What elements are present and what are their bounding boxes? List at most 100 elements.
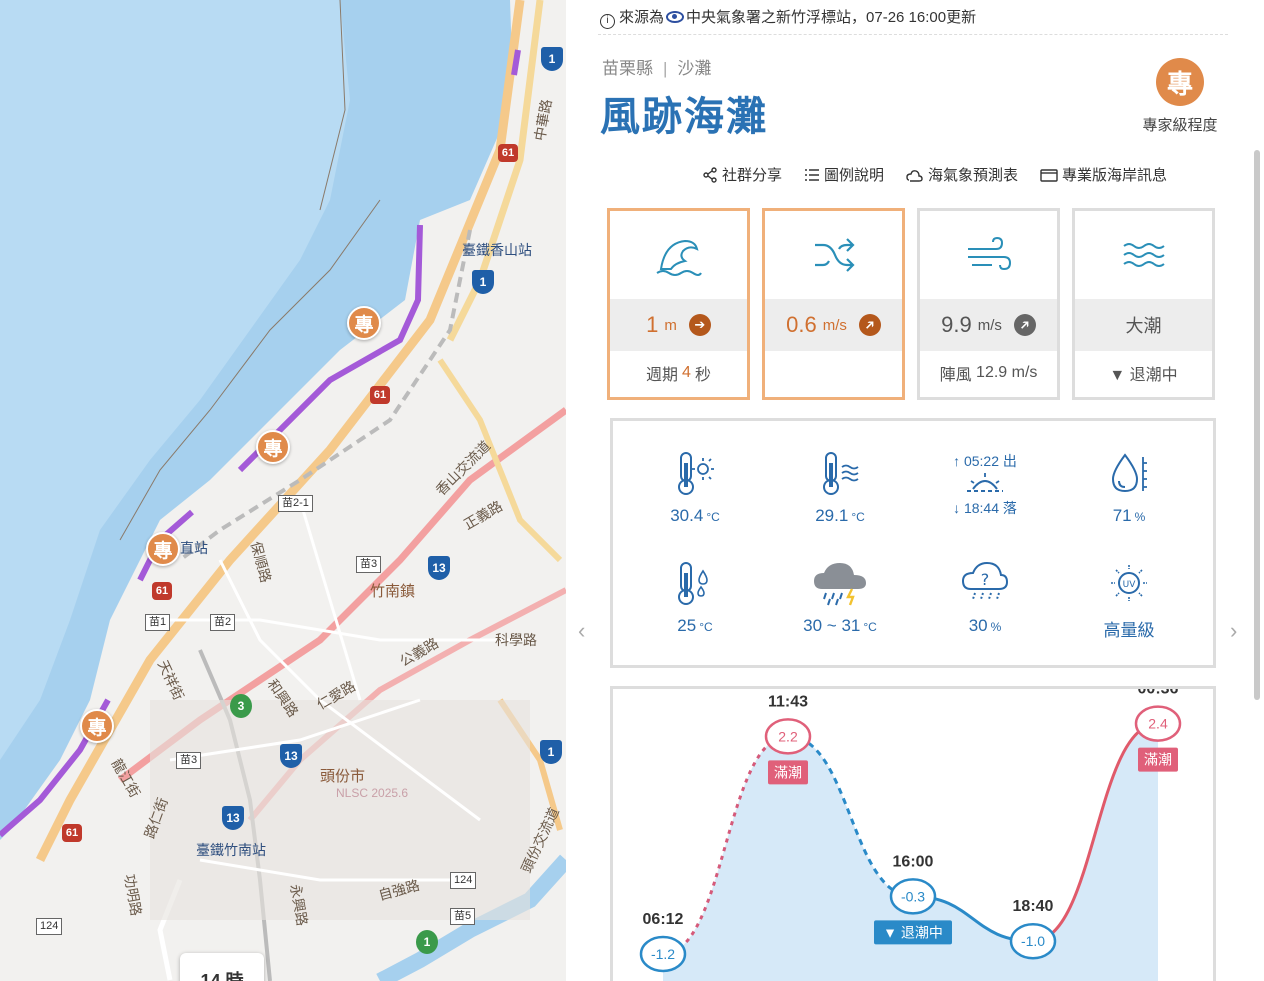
scrollbar[interactable] [1254, 150, 1260, 700]
wave-height-value: 1 [646, 312, 659, 337]
sunset: ↓ 18:44 落 [953, 500, 1017, 516]
road-badge: 苗3 [356, 556, 382, 573]
folder-icon [1040, 168, 1058, 182]
highway-shield: 61 [498, 144, 518, 162]
map-label-zhunan-station: 臺鐵竹南站 [196, 842, 266, 858]
tide-waves-icon [1122, 243, 1165, 267]
wind-card[interactable]: 9.9 m/s ➔ 陣風 12.9 m/s [917, 208, 1060, 400]
tide-icon-area [1075, 211, 1212, 299]
tide-value: -0.3 [901, 888, 925, 904]
expert-beach-marker[interactable]: 專 [347, 306, 381, 340]
humidity-value: 71 [1112, 506, 1132, 525]
eye-icon [666, 11, 685, 23]
forecast-temp: 30 ~ 31 °C [770, 559, 910, 636]
wave-height-unit: m [664, 316, 677, 334]
current-speed-value: 0.6 [786, 312, 817, 337]
prev-arrow-icon[interactable]: ‹ [578, 618, 585, 644]
highway-shield: 1 [540, 740, 562, 764]
highway-shield: 1 [472, 270, 494, 294]
feels-temp: 25 °C [625, 559, 765, 636]
tide-time: 16:00 [893, 853, 934, 870]
expert-beach-marker[interactable]: 專 [146, 532, 180, 566]
highway-shield: 13 [428, 556, 450, 580]
wind-speed: 9.9 m/s ➔ [920, 299, 1057, 351]
wave-height: 1m ➔ [610, 299, 747, 351]
legend-button[interactable]: 圖例說明 [804, 164, 884, 185]
list-icon [805, 168, 820, 181]
road-badge: 苗2 [210, 614, 236, 631]
tide-time: 06:12 [643, 911, 684, 928]
wind-gust-label: 陣風 [939, 367, 972, 384]
wind-icon [967, 237, 1011, 271]
current-card[interactable]: 0.6 m/s ➔ [762, 208, 905, 400]
map-label-toufen: 頭份市 [320, 768, 366, 785]
shuffle-icon [814, 238, 855, 272]
wind-speed-unit: m/s [977, 316, 1002, 334]
beach-info-panel: i 來源為 中央氣象署之新竹浮標站，07-26 16:00更新 苗栗縣 | 沙灘 風跡海… [566, 0, 1264, 981]
divider [598, 34, 1228, 35]
humidity-unit: % [1134, 510, 1146, 524]
expert-level: 專 專家級程度 [1136, 58, 1224, 135]
tide-value: 2.4 [1148, 716, 1168, 732]
rain-probability-unit: % [990, 620, 1002, 634]
thermometer-drops-icon [678, 562, 708, 605]
expert-beach-marker[interactable]: 專 [80, 709, 114, 743]
map-label-xiangshan-station: 臺鐵香山站 [462, 242, 532, 258]
highway-shield: 61 [152, 582, 172, 600]
tide-value: 2.2 [778, 728, 798, 744]
action-bar: 社群分享 圖例說明 海氣象預測表 專業版海岸訊息 [702, 164, 1167, 185]
wave-card[interactable]: 1m ➔ 週期 4 秒 [607, 208, 750, 400]
time-chip[interactable]: 14 時 [180, 953, 264, 981]
road-badge: 苗5 [450, 908, 476, 925]
svg-text:UV: UV [1123, 580, 1137, 590]
highway-shield: 61 [370, 386, 390, 404]
expert-beach-marker[interactable]: 專 [256, 430, 290, 464]
forecast-temp-unit: °C [863, 620, 877, 634]
thermometer-sun-icon [678, 452, 714, 495]
uv-level: 高量級 [1103, 621, 1155, 640]
air-temp-unit: °C [706, 510, 720, 524]
tide-card[interactable]: 大潮 ▼ 退潮中 [1072, 208, 1215, 400]
tide-time: 11:43 [768, 693, 808, 710]
pro-coast-info-label: 專業版海岸訊息 [1062, 167, 1168, 184]
map-label-zhunan: 竹南鎮 [370, 583, 416, 600]
map-view[interactable]: 臺鐵香山站 竹南鎮 頭份市 臺鐵竹南站 科學路 正義路 香山交流道 公義路 仁愛… [0, 0, 566, 981]
tide-type: 大潮 [1075, 299, 1212, 351]
humidity: 71% [1059, 449, 1199, 526]
pro-coast-info-button[interactable]: 專業版海岸訊息 [1040, 164, 1167, 185]
tide-tag-label: 滿潮 [774, 764, 802, 780]
wave-icon-area [610, 211, 747, 299]
tide-time: 00:36 [1138, 689, 1179, 698]
uv-index: UV 高量級 [1059, 559, 1199, 641]
sunrise-label: 出 [1002, 453, 1017, 469]
next-arrow-icon[interactable]: › [1230, 618, 1237, 644]
expert-label: 專家級程度 [1142, 117, 1218, 134]
breadcrumb: 苗栗縣 | 沙灘 [602, 59, 712, 78]
map-watermark: NLSC 2025.6 [336, 786, 409, 800]
forecast-table-button[interactable]: 海氣象預測表 [906, 164, 1018, 185]
share-button[interactable]: 社群分享 [702, 164, 782, 185]
wind-gust: 陣風 12.9 m/s [920, 351, 1057, 395]
highway-shield: 61 [62, 824, 82, 842]
road-badge: 苗2-1 [278, 495, 313, 512]
current-icon-area [765, 211, 902, 299]
air-temp-value: 30.4 [670, 506, 704, 525]
breadcrumb-county: 苗栗縣 [602, 59, 653, 78]
rain-probability-value: 30 [968, 616, 988, 635]
svg-text:?: ? [981, 570, 990, 589]
current-sub [765, 351, 902, 395]
wind-speed-value: 9.9 [941, 312, 972, 337]
road-badge: 苗3 [176, 752, 202, 769]
weather-grid: 30.4 °C 29.1 °C ↑ 05:22 出 ↓ 18:44 落 71 %… [610, 418, 1216, 668]
sea-temp-unit: °C [851, 510, 865, 524]
sun-times: ↑ 05:22 出 ↓ 18:44 落 [915, 451, 1055, 518]
sunrise: ↑ 05:22 出 [953, 453, 1017, 469]
map-canvas [0, 0, 566, 981]
current-speed-unit: m/s [822, 316, 847, 334]
wave-period-suffix: 秒 [694, 367, 711, 384]
share-icon [703, 166, 717, 183]
thunder-rain-cloud-icon [814, 563, 866, 606]
feels-temp-unit: °C [699, 620, 713, 634]
source-agency: 中央氣象署之新竹浮標站，07-26 16:00更新 [686, 9, 977, 26]
expert-badge: 專 [1156, 58, 1204, 106]
